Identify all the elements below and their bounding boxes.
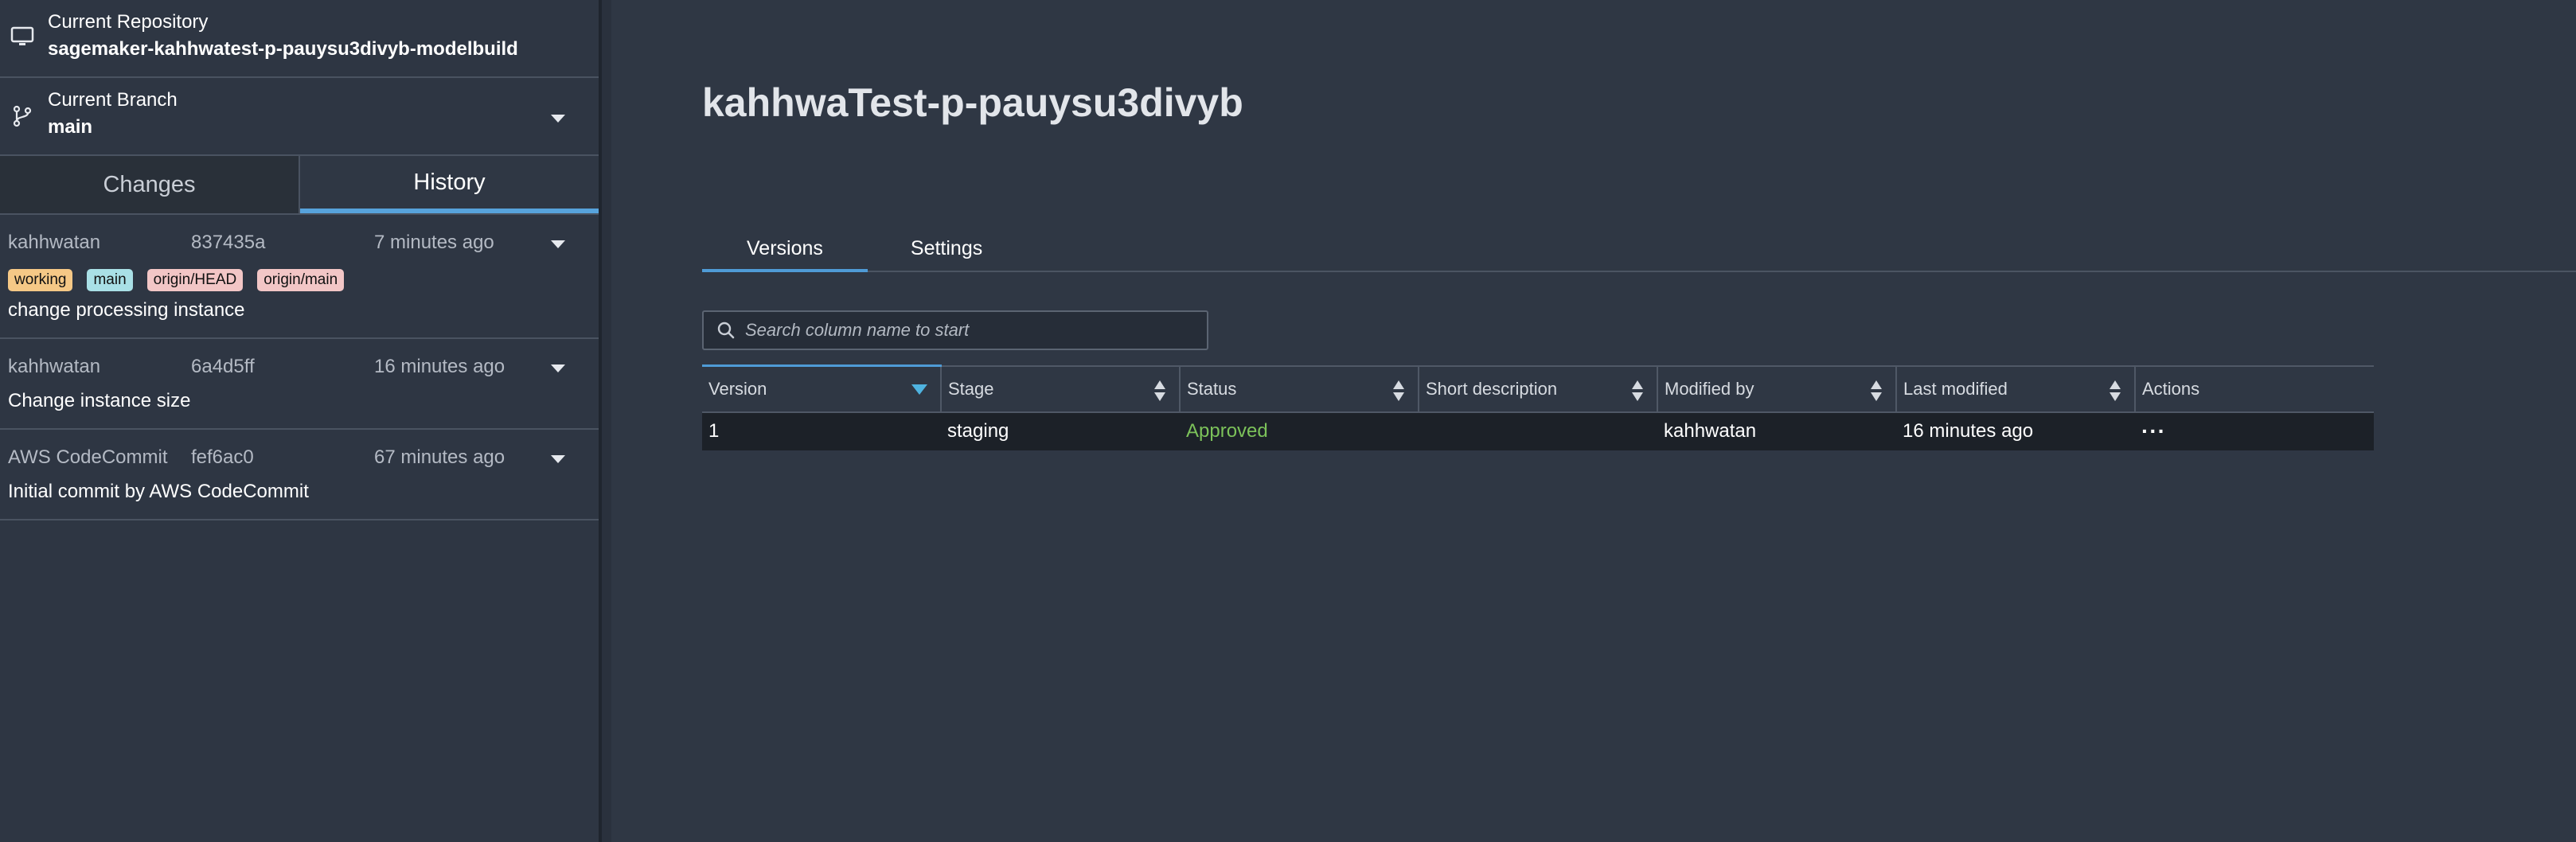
chevron-down-icon[interactable] [551,115,565,123]
cell-version: 1 [702,411,941,450]
column-header-stage[interactable]: Stage [940,364,1180,413]
tab-versions[interactable]: Versions [702,226,868,272]
commit-message: Change instance size [8,390,191,411]
column-header-last-modified[interactable]: Last modified [1895,364,2135,413]
column-header-status[interactable]: Status [1179,364,1419,413]
sort-icon [1871,380,1882,401]
commit-tags: working main origin/HEAD origin/main [8,269,591,291]
current-repository[interactable]: Current Repository sagemaker-kahhwatest-… [0,0,599,78]
more-actions-icon[interactable]: ··· [2141,419,2166,443]
commit-message: Initial commit by AWS CodeCommit [8,481,309,502]
monitor-icon [10,26,34,45]
column-header-actions: Actions [2134,364,2374,413]
commit-time: 16 minutes ago [374,356,505,377]
sort-icon [1393,380,1404,401]
chevron-down-icon[interactable] [551,240,565,248]
tag-origin-head: origin/HEAD [146,269,244,291]
tag-main: main [87,269,133,291]
commit-author: AWS CodeCommit [8,446,168,468]
current-repository-label: Current Repository [48,11,209,33]
cell-status: Approved [1180,411,1419,450]
current-branch[interactable]: Current Branch main [0,78,599,156]
chevron-down-icon[interactable] [551,364,565,372]
table-header-row: Version Stage Status Short description M… [702,364,2374,413]
search-input[interactable] [745,320,1191,341]
model-tabs: Versions Settings [702,226,2576,272]
commit-message: change processing instance [8,299,245,321]
cell-actions: ··· [2135,411,2374,450]
tab-settings[interactable]: Settings [868,226,1027,272]
cell-stage: staging [941,411,1180,450]
cell-short-description [1419,411,1657,450]
column-header-short-description[interactable]: Short description [1418,364,1657,413]
tag-working: working [8,269,73,291]
current-repository-value: sagemaker-kahhwatest-p-pauysu3divyb-mode… [48,38,518,60]
column-header-label: Status [1187,378,1237,399]
current-branch-label: Current Branch [48,89,178,111]
sort-icon [2110,380,2121,401]
tab-history[interactable]: History [300,156,599,213]
git-tabs: Changes History [0,156,599,215]
search-icon [717,322,735,339]
commit-sha: fef6ac0 [191,446,254,468]
column-header-label: Short description [1426,378,1558,399]
tab-changes[interactable]: Changes [0,156,300,213]
column-header-label: Modified by [1665,378,1754,399]
commit-sha: 6a4d5ff [191,356,255,377]
table-row[interactable]: 1 staging Approved kahhwatan 16 minutes … [702,411,2374,450]
page-title: kahhwaTest-p-pauysu3divyb [702,80,1243,125]
commit-time: 7 minutes ago [374,232,494,253]
commit-author: kahhwatan [8,232,101,253]
cell-modified-by: kahhwatan [1657,411,1896,450]
column-header-label: Version [708,378,767,399]
sort-descending-icon [911,384,927,395]
tag-origin-main: origin/main [257,269,345,291]
git-branch-icon [13,105,32,127]
commit-time: 67 minutes ago [374,446,505,468]
chevron-down-icon[interactable] [551,455,565,463]
column-header-version[interactable]: Version [702,364,941,413]
commit-item[interactable]: kahhwatan 837435a 7 minutes ago working … [0,215,599,339]
commit-sha: 837435a [191,232,266,253]
column-header-label: Actions [2142,378,2200,399]
versions-table: Version Stage Status Short description M… [702,364,2374,450]
search-box [702,310,1208,350]
sort-icon [1632,380,1643,401]
column-header-label: Stage [948,378,994,399]
commit-item[interactable]: AWS CodeCommit fef6ac0 67 minutes ago In… [0,430,599,520]
git-panel: Current Repository sagemaker-kahhwatest-… [0,0,611,842]
commit-author: kahhwatan [8,356,101,377]
commit-item[interactable]: kahhwatan 6a4d5ff 16 minutes ago Change … [0,339,599,430]
model-group-panel: kahhwaTest-p-pauysu3divyb Versions Setti… [615,0,2576,842]
current-branch-value: main [48,116,93,138]
column-header-modified-by[interactable]: Modified by [1657,364,1896,413]
sort-icon [1154,380,1165,401]
cell-last-modified: 16 minutes ago [1896,411,2135,450]
column-header-label: Last modified [1903,378,2008,399]
